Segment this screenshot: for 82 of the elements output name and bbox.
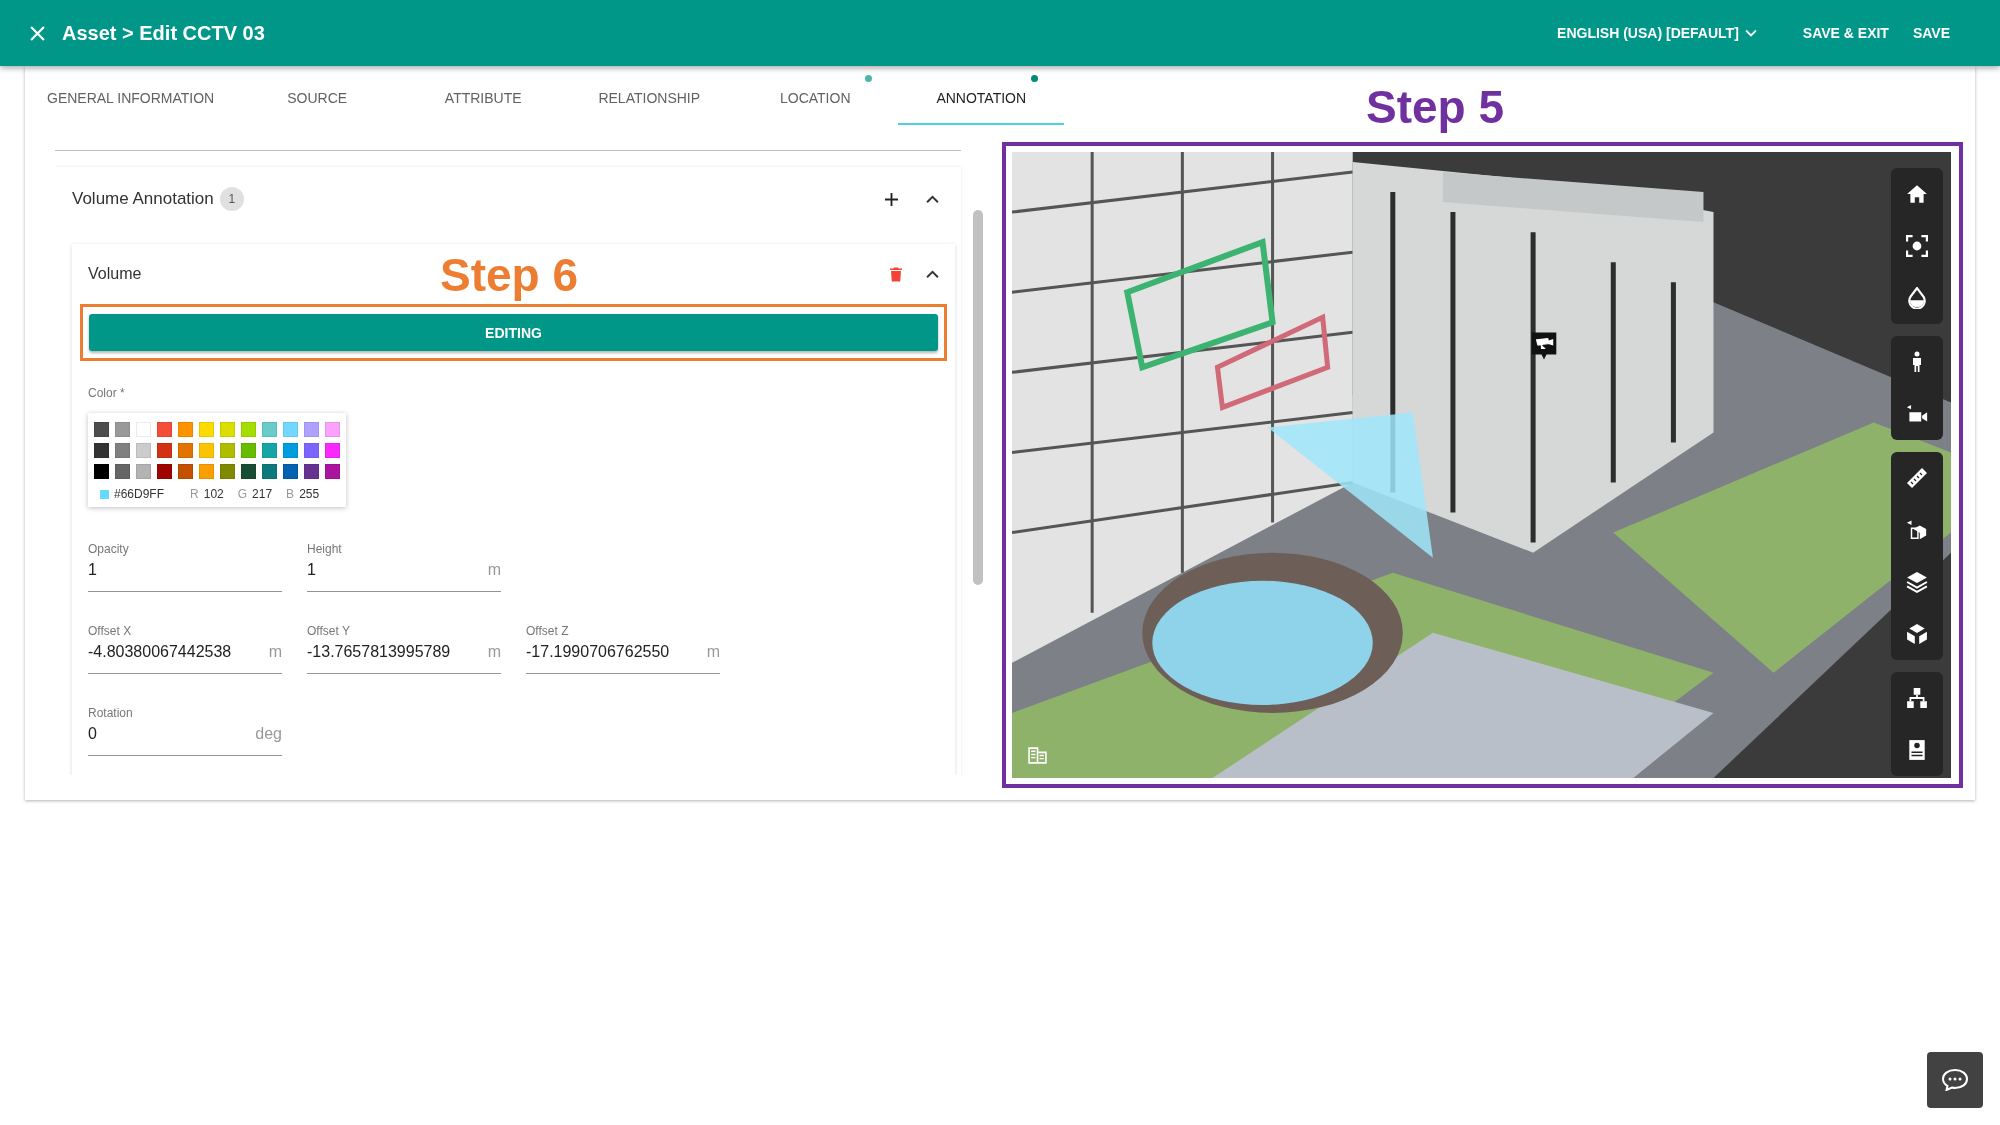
color-swatch[interactable] — [115, 464, 130, 479]
color-swatch[interactable] — [199, 464, 214, 479]
channel-value[interactable]: 217 — [252, 487, 273, 501]
step-label: Step 6 — [440, 248, 579, 302]
color-swatch[interactable] — [178, 443, 193, 458]
color-swatch[interactable] — [283, 443, 298, 458]
color-swatch[interactable] — [283, 464, 298, 479]
color-swatch[interactable] — [325, 443, 340, 458]
color-swatch[interactable] — [94, 464, 109, 479]
color-swatch[interactable] — [262, 443, 277, 458]
input-field[interactable]: 0 deg — [88, 725, 282, 756]
tab[interactable]: ATTRIBUTE — [400, 66, 567, 125]
color-swatch[interactable] — [157, 422, 172, 437]
field-label: Offset X — [88, 624, 133, 638]
save-button[interactable]: SAVE — [1912, 25, 1950, 41]
color-swatch[interactable] — [199, 422, 214, 437]
color-swatch[interactable] — [94, 422, 109, 437]
count-badge: 1 — [219, 187, 244, 211]
color-swatch[interactable] — [178, 422, 193, 437]
color-swatch[interactable] — [262, 464, 277, 479]
color-swatch[interactable] — [115, 443, 130, 458]
color-swatch[interactable] — [241, 464, 256, 479]
input-field[interactable]: -4.80380067442538 m — [88, 643, 282, 674]
color-swatch[interactable] — [304, 422, 319, 437]
building-icon[interactable] — [1028, 747, 1047, 764]
color-swatch[interactable] — [304, 443, 319, 458]
field-label: Height — [307, 542, 343, 556]
field-label: Offset Y — [307, 624, 351, 638]
field-label: Color * — [88, 386, 125, 400]
color-swatch[interactable] — [325, 422, 340, 437]
chat-icon — [1942, 1069, 1968, 1091]
chevron-icon[interactable] — [926, 194, 939, 204]
color-swatch[interactable] — [199, 443, 214, 458]
tab[interactable]: GENERAL INFORMATION — [27, 66, 235, 125]
tab[interactable]: RELATIONSHIP — [566, 66, 733, 125]
section-title: Volume Annotation — [72, 189, 214, 209]
input-field[interactable]: 1 — [88, 561, 282, 592]
close-icon[interactable] — [30, 25, 45, 41]
channel-label: R — [190, 487, 199, 501]
input-field[interactable]: 1 m — [307, 561, 501, 592]
channel-value[interactable]: 102 — [203, 487, 224, 501]
color-swatch[interactable] — [136, 464, 151, 479]
tab[interactable]: LOCATION — [732, 66, 899, 125]
channel-label: G — [237, 487, 248, 501]
camera-marker-icon[interactable] — [1529, 330, 1559, 362]
color-swatch[interactable] — [241, 443, 256, 458]
color-swatch[interactable] — [220, 422, 235, 437]
color-swatch[interactable] — [220, 464, 235, 479]
field-label: Rotation — [88, 706, 134, 720]
editing-button[interactable]: EDITING — [89, 314, 938, 351]
save-exit-button[interactable]: SAVE & EXIT — [1802, 25, 1889, 41]
channel-value[interactable]: 255 — [299, 487, 320, 501]
trash-icon[interactable] — [890, 266, 902, 282]
tab[interactable]: ANNOTATION — [898, 66, 1065, 125]
input-field[interactable]: -17.1990706762550 m — [526, 643, 720, 674]
color-swatch[interactable] — [220, 443, 235, 458]
item-title: Volume — [88, 265, 142, 283]
color-swatch[interactable] — [136, 443, 151, 458]
caret-icon — [1744, 29, 1757, 37]
chat-button[interactable] — [1927, 1052, 1983, 1108]
field-label: Opacity — [88, 542, 130, 556]
color-swatch[interactable] — [262, 422, 277, 437]
color-swatch[interactable] — [115, 422, 130, 437]
color-swatch[interactable] — [178, 464, 193, 479]
step-label: Step 5 — [1366, 80, 1505, 134]
chevron-icon[interactable] — [926, 269, 939, 279]
color-swatch[interactable] — [304, 464, 319, 479]
hex-value[interactable]: #66D9FF — [114, 487, 165, 501]
color-swatch[interactable] — [157, 443, 172, 458]
scrollbar[interactable] — [973, 210, 983, 585]
add-icon[interactable] — [885, 192, 898, 206]
color-swatch[interactable] — [94, 443, 109, 458]
color-swatch[interactable] — [157, 464, 172, 479]
language-dropdown[interactable]: ENGLISH (USA) [DEFAULT] — [1557, 25, 1757, 41]
input-field[interactable]: -13.7657813995789 m — [307, 643, 501, 674]
color-swatch[interactable] — [283, 422, 298, 437]
color-swatch[interactable] — [241, 422, 256, 437]
channel-label: B — [286, 487, 295, 501]
field-label: Offset Z — [526, 624, 570, 638]
color-swatch[interactable] — [325, 464, 340, 479]
tab[interactable]: SOURCE — [234, 66, 401, 125]
page-title: Asset > Edit CCTV 03 — [62, 21, 265, 45]
